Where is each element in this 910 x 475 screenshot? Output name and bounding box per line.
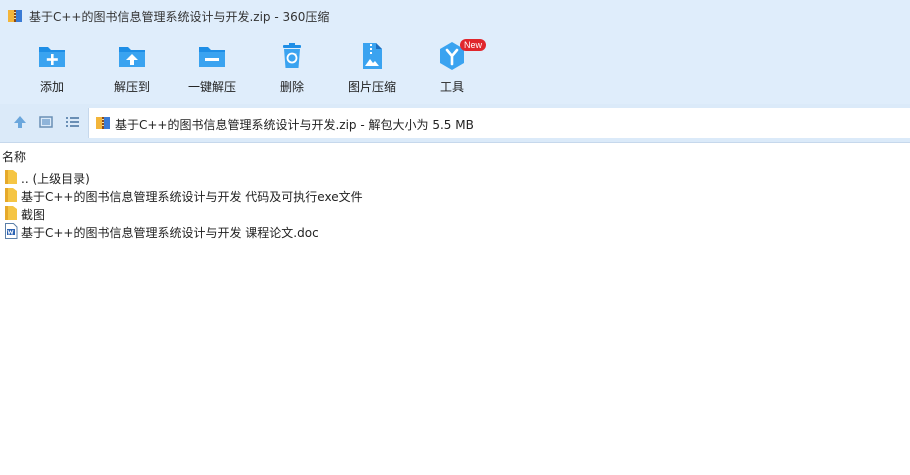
image-compress-label: 图片压缩 bbox=[347, 80, 396, 94]
add-icon bbox=[39, 47, 65, 67]
up-arrow-icon[interactable] bbox=[11, 113, 29, 131]
column-name-label: 名称 bbox=[2, 150, 27, 164]
list-item[interactable]: 基于C++的图书信息管理系统设计与开发 课程论文.doc bbox=[0, 222, 910, 240]
delete-icon bbox=[283, 43, 301, 68]
file-list: .. (上级目录) 基于C++的图书信息管理系统设计与开发 代码及可执行exe文… bbox=[0, 168, 910, 240]
navigation-bar: 基于C++的图书信息管理系统设计与开发.zip - 解包大小为 5.5 MB bbox=[0, 104, 910, 143]
delete-label: 删除 bbox=[279, 80, 304, 94]
folder-icon bbox=[5, 206, 17, 220]
image-compress-button[interactable]: 图片压缩 bbox=[332, 40, 412, 100]
image-compress-icon bbox=[363, 43, 382, 69]
file-name: 基于C++的图书信息管理系统设计与开发 课程论文.doc bbox=[21, 226, 319, 240]
one-click-extract-label: 一键解压 bbox=[187, 80, 236, 94]
column-header-name[interactable]: 名称 bbox=[0, 147, 910, 164]
title-bar: 基于C++的图书信息管理系统设计与开发.zip - 360压缩 bbox=[0, 0, 910, 32]
tools-label: 工具 bbox=[439, 80, 464, 94]
delete-button[interactable]: 删除 bbox=[252, 40, 332, 100]
one-click-extract-icon bbox=[199, 47, 225, 67]
folder-icon bbox=[5, 170, 17, 184]
extract-to-icon bbox=[119, 47, 145, 67]
file-name: 截图 bbox=[21, 208, 46, 222]
tools-button[interactable]: New 工具 bbox=[412, 39, 492, 100]
add-label: 添加 bbox=[39, 80, 64, 94]
address-text: 基于C++的图书信息管理系统设计与开发.zip - 解包大小为 5.5 MB bbox=[115, 118, 474, 132]
list-item[interactable]: .. (上级目录) bbox=[0, 168, 910, 186]
folder-icon bbox=[5, 188, 17, 202]
toolbar: 添加 解压到 一键解压 删除 图片压缩 New 工具 bbox=[0, 32, 910, 104]
new-badge: New bbox=[460, 39, 487, 51]
word-document-icon bbox=[5, 223, 18, 239]
list-item[interactable]: 基于C++的图书信息管理系统设计与开发 代码及可执行exe文件 bbox=[0, 186, 910, 204]
zip-archive-icon bbox=[96, 117, 110, 129]
window-title: 基于C++的图书信息管理系统设计与开发.zip - 360压缩 bbox=[29, 10, 330, 24]
extract-to-label: 解压到 bbox=[113, 80, 150, 94]
thumbnail-view-icon[interactable] bbox=[37, 113, 55, 131]
file-name: .. (上级目录) bbox=[21, 172, 90, 186]
extract-to-button[interactable]: 解压到 bbox=[92, 40, 172, 100]
file-name: 基于C++的图书信息管理系统设计与开发 代码及可执行exe文件 bbox=[21, 190, 363, 204]
one-click-extract-button[interactable]: 一键解压 bbox=[172, 40, 252, 100]
list-view-icon[interactable] bbox=[63, 113, 81, 131]
zip-archive-icon bbox=[8, 10, 22, 22]
add-button[interactable]: 添加 bbox=[12, 40, 92, 100]
list-item[interactable]: 截图 bbox=[0, 204, 910, 222]
address-bar[interactable]: 基于C++的图书信息管理系统设计与开发.zip - 解包大小为 5.5 MB bbox=[88, 108, 910, 138]
